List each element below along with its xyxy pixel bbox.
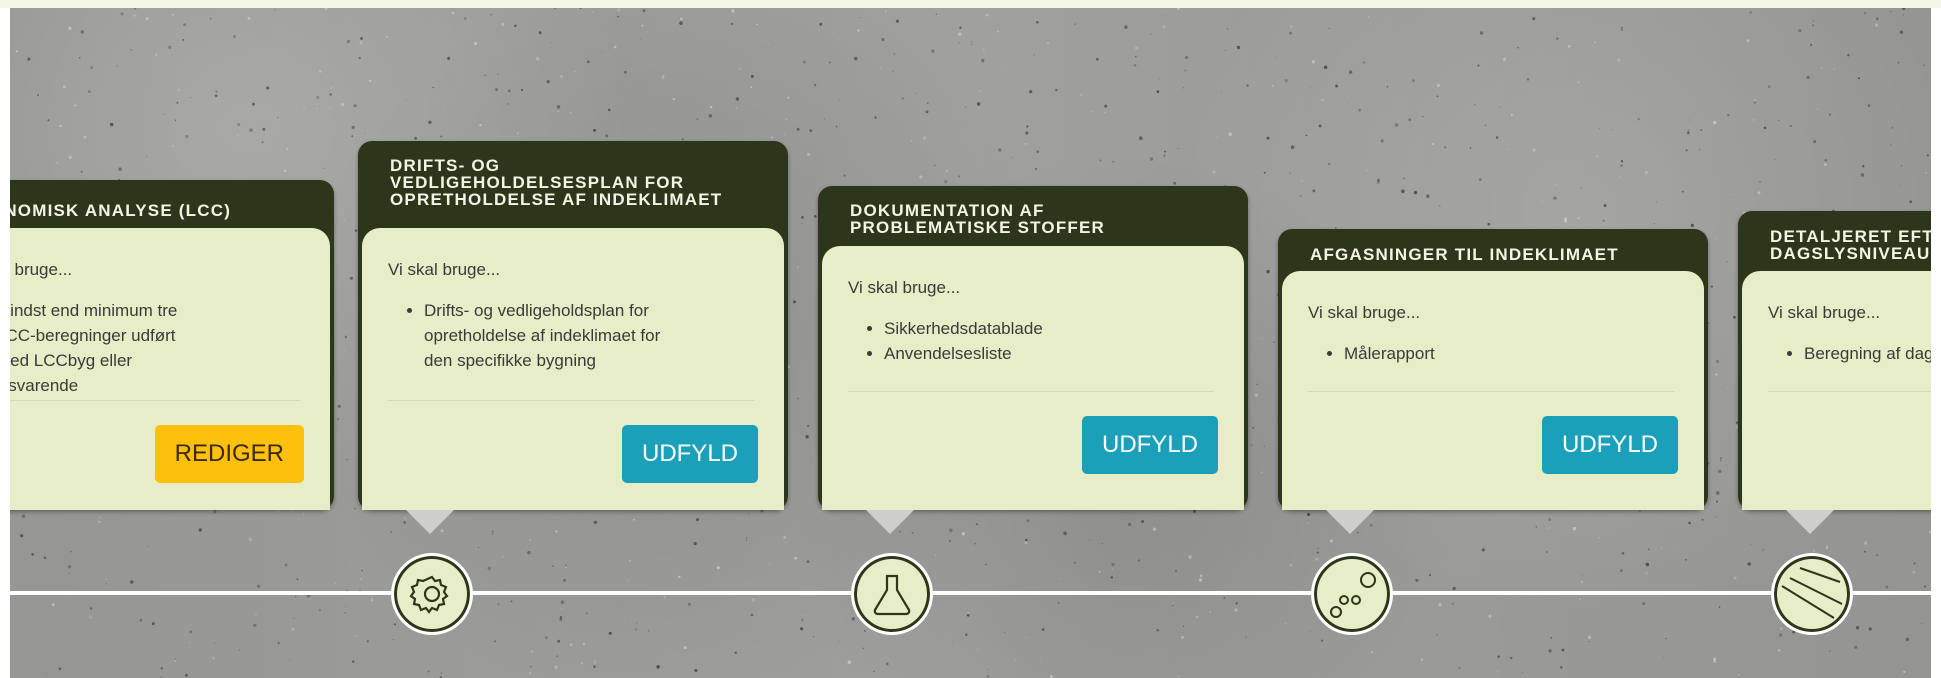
gear-icon [409,575,449,614]
card-divider [10,400,300,401]
timeline-background: ØKONOMISK ANALYSE (LCC) Vi skal bruge...… [10,8,1931,678]
card-divider [1308,391,1674,392]
card-title: DETALJERET EFTERVISNING AF DAGSLYSNIVEAU… [1770,227,1931,263]
card-title: AFGASNINGER TIL INDEKLIMAET [1310,245,1619,264]
card-divider [1768,391,1931,392]
requirement-list: Drifts- og vedligeholdsplan for oprethol… [388,298,684,373]
card-intro: Vi skal bruge... [10,260,73,279]
card-divider [388,400,754,401]
list-item: Beregning af dagslysniveauet [1804,341,1931,366]
list-item: Målerapport [1344,341,1604,366]
list-item: Sikkerhedsdatablade [884,316,1144,341]
card-body: Vi skal bruge... Drifts- og vedligeholds… [362,228,784,510]
card-intro: Vi skal bruge... [1308,303,1421,322]
card-body: Vi skal bruge... Sikkerhedsdatablade Anv… [822,246,1244,510]
fill-in-button[interactable]: UDFYLD [621,425,758,483]
card-title: DRIFTS- OG VEDLIGEHOLDELSESPLAN FOR OPRE… [390,156,723,209]
card-body: Vi skal bruge... Mindst end minimum tre … [10,228,330,510]
list-item: Drifts- og vedligeholdsplan for oprethol… [424,298,684,373]
edit-button[interactable]: REDIGER [154,425,304,483]
requirement-list: Målerapport [1308,341,1604,366]
timeline-line [10,591,1931,595]
card-body: Vi skal bruge... Målerapport UDFYLD [1282,271,1704,510]
requirement-list: Mindst end minimum tre LCC-beregninger u… [10,298,196,398]
timeline-node-emissions[interactable] [1311,553,1393,635]
card-body: Vi skal bruge... Beregning af dagslysniv… [1742,271,1931,510]
card-pointer [1786,510,1834,534]
card-pointer [866,510,914,534]
requirement-list: Beregning af dagslysniveauet [1768,341,1931,366]
card-title: DOKUMENTATION AF PROBLEMATISKE STOFFER [850,201,1106,237]
card-title: ØKONOMISK ANALYSE (LCC) [10,201,232,220]
particles-icon [1330,572,1376,618]
card-indoor-emissions: AFGASNINGER TIL INDEKLIMAET Vi skal brug… [1278,229,1708,510]
timeline-node-substances[interactable] [851,553,933,635]
flask-icon [873,574,911,616]
card-problematic-substances: DOKUMENTATION AF PROBLEMATISKE STOFFER V… [818,186,1248,510]
card-pointer [406,510,454,534]
card-intro: Vi skal bruge... [848,278,961,297]
list-item: Mindst end minimum tre LCC-beregninger u… [10,298,196,398]
timeline-node-maintenance[interactable] [391,553,473,635]
timeline-node-daylight[interactable] [1771,553,1853,635]
card-pointer [1326,510,1374,534]
fill-in-button[interactable]: UDFYLD [1541,416,1678,474]
card-divider [848,391,1214,392]
list-item: Anvendelsesliste [884,341,1144,366]
fill-in-button[interactable]: UDFYLD [1081,416,1218,474]
card-daylight-level: DETALJERET EFTERVISNING AF DAGSLYSNIVEAU… [1738,211,1931,510]
card-maintenance-plan: DRIFTS- OG VEDLIGEHOLDELSESPLAN FOR OPRE… [358,141,788,510]
requirement-list: Sikkerhedsdatablade Anvendelsesliste [848,316,1144,366]
top-strip [0,0,1941,8]
card-intro: Vi skal bruge... [388,260,501,279]
card-lcc-analysis: ØKONOMISK ANALYSE (LCC) Vi skal bruge...… [10,180,334,510]
card-intro: Vi skal bruge... [1768,303,1881,322]
window-icon [1781,567,1843,619]
